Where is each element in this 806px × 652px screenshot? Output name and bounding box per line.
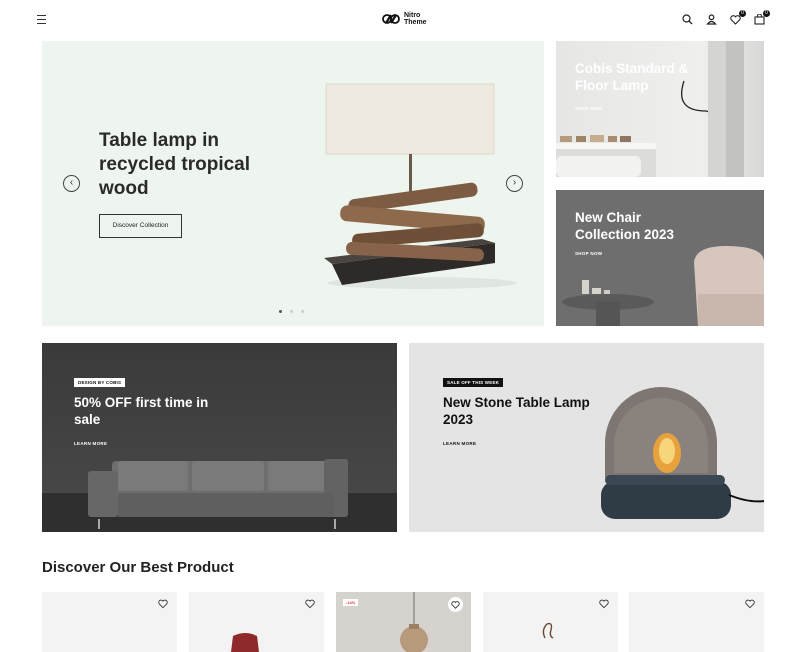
learn-more-link[interactable]: LEARN MORE [74, 441, 107, 446]
stone-lamp-banner[interactable]: SALE OFF THIS WEEK New Stone Table Lamp … [409, 343, 764, 532]
wishlist-heart-icon[interactable] [305, 599, 315, 609]
discover-collection-button[interactable]: Discover Collection [99, 214, 182, 238]
wishlist-heart-icon[interactable] [448, 597, 463, 612]
section-title: Discover Our Best Product [42, 559, 234, 576]
product-card[interactable] [483, 592, 618, 652]
user-icon[interactable] [705, 13, 718, 26]
stone-lamp-image [601, 387, 764, 519]
heart-icon[interactable]: 0 [729, 10, 746, 26]
product-card[interactable] [42, 592, 177, 652]
brand-logo[interactable]: Nitro Theme [382, 12, 430, 26]
sofa-image [42, 459, 397, 532]
cart-count-badge: 0 [763, 10, 770, 17]
brand-name: Nitro Theme [404, 12, 427, 26]
slider-dot[interactable] [279, 310, 282, 313]
slider-prev-button[interactable]: ‹ [63, 175, 80, 192]
product-card[interactable] [629, 592, 764, 652]
slider-next-button[interactable]: › [506, 175, 523, 192]
slider-dot[interactable] [290, 310, 293, 313]
hero-lamp-image [324, 83, 517, 289]
shop-now-link[interactable]: SHOP NOW [575, 251, 602, 256]
banner-title: New Chair Collection 2023 [575, 210, 675, 242]
product-image [542, 622, 554, 639]
banner-title: 50% OFF first time in sale [74, 395, 209, 427]
wishlist-heart-icon[interactable] [599, 599, 609, 609]
wishlist-heart-icon[interactable] [745, 599, 755, 609]
sale-badge: -14% [343, 599, 359, 606]
slider-dot[interactable] [301, 310, 304, 313]
product-image [231, 633, 259, 652]
brand-mark-icon [382, 14, 400, 24]
product-card[interactable]: -14% [336, 592, 471, 652]
chair-collection-banner[interactable]: New Chair Collection 2023 SHOP NOW [556, 190, 764, 326]
site-header: Nitro Theme 0 0 [0, 0, 806, 40]
shop-now-link[interactable]: SHOP NOW [575, 106, 602, 111]
floor-lamp-banner[interactable]: Cobis Standard & Floor Lamp SHOP NOW [556, 41, 764, 177]
wishlist-count-badge: 0 [739, 10, 746, 17]
sofa-sale-banner[interactable]: DESIGN BY COBIS 50% OFF first time in sa… [42, 343, 397, 532]
product-card[interactable] [189, 592, 324, 652]
hamburger-icon[interactable] [37, 15, 46, 24]
slider-pagination [279, 310, 304, 313]
learn-more-link[interactable]: LEARN MORE [443, 441, 476, 446]
banner-title: New Stone Table Lamp 2023 [443, 395, 590, 427]
wishlist-heart-icon[interactable] [158, 599, 168, 609]
hero-title: Table lamp in recycled tropical wood [99, 130, 251, 199]
promo-tag: DESIGN BY COBIS [74, 378, 126, 387]
search-icon[interactable] [681, 13, 694, 26]
banner-title: Cobis Standard & Floor Lamp [575, 61, 689, 93]
promo-tag: SALE OFF THIS WEEK [443, 378, 504, 387]
hero-slider: Table lamp in recycled tropical wood Dis… [42, 41, 544, 326]
cart-icon[interactable]: 0 [753, 10, 770, 26]
